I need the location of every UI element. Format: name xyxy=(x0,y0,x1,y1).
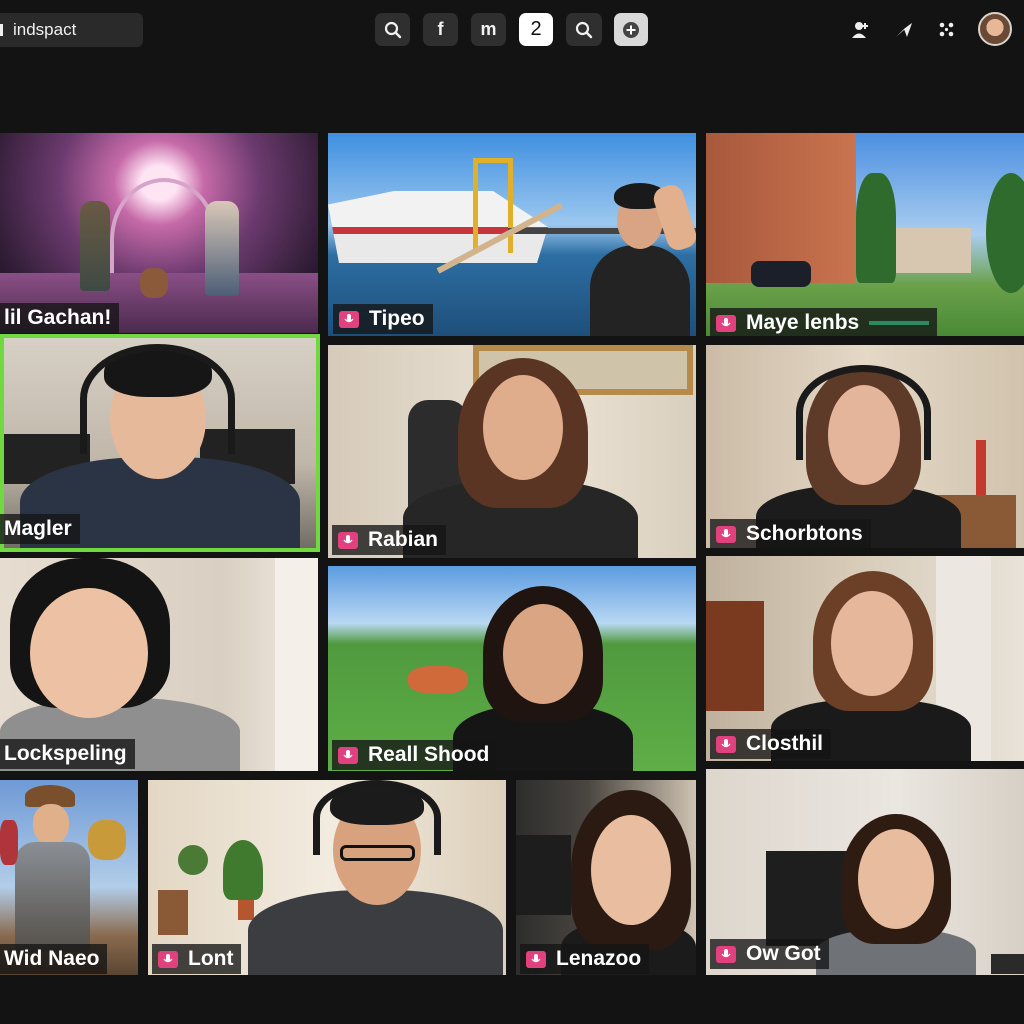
participant-label: Maye lenbs xyxy=(710,308,938,336)
m-button[interactable]: m xyxy=(471,13,506,46)
participant-label: Magler xyxy=(0,514,80,544)
video-tile-11[interactable]: Lont xyxy=(148,780,506,975)
search-button[interactable] xyxy=(375,13,410,46)
participant-label: Lenazoo xyxy=(520,944,650,974)
facebook-button[interactable]: f xyxy=(423,13,458,46)
video-tile-5[interactable]: Rabian xyxy=(328,345,696,558)
search-icon xyxy=(384,21,401,38)
mic-icon xyxy=(338,746,358,764)
send-button[interactable] xyxy=(891,17,917,43)
video-tile-3[interactable]: Maye lenbs xyxy=(706,133,1024,336)
video-tile-4[interactable]: Magler xyxy=(0,334,320,552)
search-icon xyxy=(575,21,593,38)
number-icon: 2 xyxy=(530,18,542,40)
video-tile-9[interactable]: Closthil xyxy=(706,556,1024,761)
video-tile-12[interactable]: Lenazoo xyxy=(516,780,696,975)
facebook-icon: f xyxy=(437,19,444,39)
video-tile-8[interactable]: Reall Shood xyxy=(328,566,696,771)
participant-label: Ow Got xyxy=(710,939,829,969)
participant-label: Schorbtons xyxy=(710,519,871,548)
participant-name: Rabian xyxy=(368,528,439,551)
add-person-button[interactable] xyxy=(847,17,873,43)
workspace-switcher[interactable]: indspact xyxy=(0,13,143,47)
video-tile-13[interactable]: Ow Got xyxy=(706,769,1024,975)
video-tile-6[interactable]: Schorbtons xyxy=(706,345,1024,548)
workspace-name: indspact xyxy=(13,20,77,39)
grid-icon xyxy=(939,22,954,37)
participant-name: Lenazoo xyxy=(556,947,642,970)
participant-name: Wid Naeo xyxy=(4,947,100,970)
video-tile-10[interactable]: Wid Naeo xyxy=(0,780,138,975)
user-avatar[interactable] xyxy=(978,12,1012,46)
participant-label: Lont xyxy=(152,944,242,974)
participant-video xyxy=(590,181,696,336)
participant-name: Schorbtons xyxy=(746,522,863,545)
plus-circle-icon xyxy=(623,21,639,38)
participant-name: Magler xyxy=(4,517,72,540)
audio-level-indicator xyxy=(869,321,930,325)
workspace-marker xyxy=(0,24,3,36)
mic-icon xyxy=(716,314,736,332)
participant-name: Lont xyxy=(188,947,234,970)
top-bar: indspact f m 2 xyxy=(0,0,1024,60)
video-tile-2[interactable]: Tipeo xyxy=(328,133,696,336)
participant-label: lil Gachan! xyxy=(0,303,120,333)
search-secondary-button[interactable] xyxy=(566,13,602,46)
participant-name: Maye lenbs xyxy=(746,311,860,334)
participant-name: Closthil xyxy=(746,732,823,755)
video-tile-1[interactable]: lil Gachan! xyxy=(0,133,318,333)
participant-label: Tipeo xyxy=(333,304,433,334)
participant-label: Lockspeling xyxy=(0,739,135,769)
grid-button[interactable] xyxy=(934,17,960,43)
participant-name: Lockspeling xyxy=(4,742,127,765)
mic-icon xyxy=(716,735,736,753)
add-button[interactable] xyxy=(614,13,648,46)
participant-label: Rabian xyxy=(332,525,447,555)
participant-label: Wid Naeo xyxy=(0,944,108,974)
mic-icon xyxy=(158,950,178,968)
participant-video xyxy=(706,345,1024,548)
page-two-button[interactable]: 2 xyxy=(519,13,553,46)
video-tile-7[interactable]: Lockspeling xyxy=(0,558,318,771)
mic-icon xyxy=(716,525,736,543)
participant-label: Reall Shood xyxy=(332,740,498,770)
participant-name: Ow Got xyxy=(746,942,821,965)
participant-label: Closthil xyxy=(710,729,831,759)
m-icon: m xyxy=(480,19,497,39)
bottom-bar xyxy=(0,975,1024,1024)
participant-name: Tipeo xyxy=(369,307,425,330)
mic-icon xyxy=(716,945,736,963)
participant-name: lil Gachan! xyxy=(4,306,112,329)
participant-name: Reall Shood xyxy=(368,743,490,766)
mic-icon xyxy=(338,531,358,549)
send-icon xyxy=(896,23,912,37)
mic-icon xyxy=(339,310,359,328)
campus-scene-video xyxy=(706,133,1024,336)
mic-icon xyxy=(526,950,546,968)
add-person-icon xyxy=(852,22,868,38)
